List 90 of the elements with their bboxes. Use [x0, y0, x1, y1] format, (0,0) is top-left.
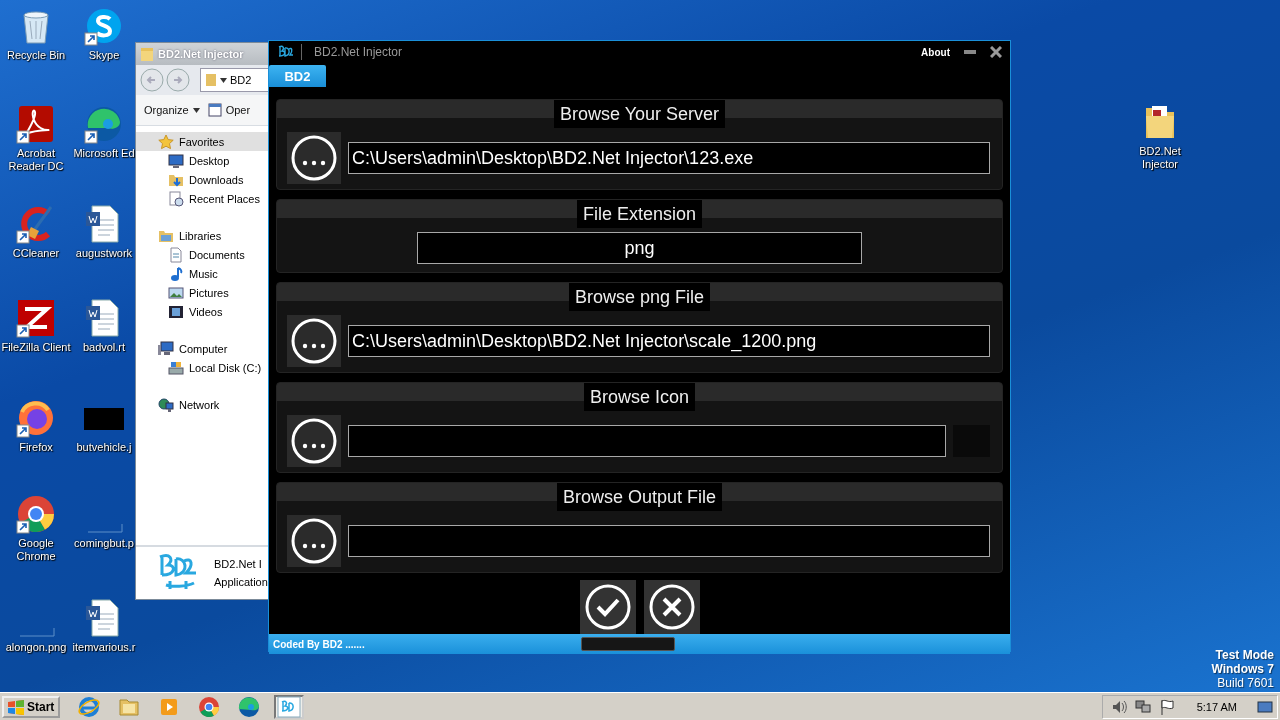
folder-icon [205, 73, 217, 87]
caret-icon [192, 107, 200, 113]
desktop-icon-label[interactable]: butvehicle.j [76, 441, 132, 454]
computer-icon [158, 340, 174, 357]
folder-icon [140, 46, 154, 62]
network-icon [158, 396, 174, 413]
app-icon[interactable] [16, 104, 56, 144]
browser-icon[interactable] [77, 694, 102, 719]
nav-item[interactable]: Documents [136, 245, 268, 264]
monitor-icon [168, 152, 184, 169]
nav-item[interactable]: Pictures [136, 283, 268, 302]
drive-icon [168, 359, 184, 376]
file-type: Application [214, 576, 268, 588]
browse-button[interactable] [287, 515, 341, 567]
desktop-icon-label[interactable]: Recycle Bin [6, 49, 66, 62]
speaker-icon[interactable] [1110, 698, 1127, 715]
section-title: Browse png File [568, 283, 711, 311]
window-title: BD2.Net Injector [158, 48, 244, 60]
system-notice: Windows 7 [1211, 662, 1274, 676]
browse-button[interactable] [287, 132, 341, 184]
nav-item[interactable]: Recent Places [136, 189, 268, 208]
file-name: BD2.Net I [214, 558, 263, 570]
browse-button[interactable] [287, 415, 341, 467]
app-icon[interactable] [16, 398, 56, 438]
app-icon[interactable] [84, 6, 124, 46]
document-icon [168, 190, 184, 207]
show-desktop-button[interactable] [1257, 698, 1273, 715]
picture-icon [168, 284, 184, 301]
start-button[interactable]: Start [2, 695, 61, 718]
organize-menu[interactable]: Organize [144, 104, 200, 116]
path-field[interactable]: C:\Users\admin\Desktop\BD2.Net Injector\123.exe [348, 142, 990, 174]
section-title: Browse Output File [556, 483, 723, 511]
nav-item[interactable]: Desktop [136, 151, 268, 170]
address-field[interactable]: BD2 [200, 68, 268, 92]
desktop-icon-label[interactable]: badvol.rt [82, 341, 126, 354]
path-field[interactable]: C:\Users\admin\Desktop\BD2.Net Injector\scale_1200.png [348, 325, 990, 357]
logo-icon [277, 44, 293, 60]
section-title: Browse Icon [583, 383, 695, 411]
clock: 5:17 AM [1196, 700, 1237, 713]
path-field[interactable] [348, 525, 990, 557]
desktop-icon-label[interactable]: alongon.png [5, 641, 67, 654]
windows-logo-icon [7, 698, 25, 715]
status-text: Coded By BD2 ....... [273, 638, 366, 650]
section-title: File Extension [576, 200, 703, 228]
desktop-icon-label[interactable]: Google Chrome [0, 537, 72, 563]
desktop-icon-label[interactable]: comingbut.p [74, 537, 134, 550]
desktop-icon-label[interactable]: BD2.Net Injector [1124, 145, 1196, 171]
desktop-icon-label[interactable]: Microsoft Ed [73, 147, 135, 160]
close-button[interactable] [990, 46, 1002, 58]
browser-icon[interactable] [237, 694, 262, 719]
star-icon [158, 133, 174, 150]
path-field[interactable] [348, 425, 946, 457]
music-note-icon [168, 265, 184, 282]
nav-item[interactable]: Local Disk (C:) [136, 358, 268, 377]
logo-icon[interactable] [277, 694, 302, 719]
desktop-icon-label[interactable]: augustwork [75, 247, 133, 260]
document-icon [168, 246, 184, 263]
browse-button[interactable] [287, 315, 341, 367]
film-icon [168, 303, 184, 320]
system-notice: Build 7601 [1217, 676, 1274, 690]
nav-item[interactable]: Network [136, 395, 268, 414]
open-button[interactable]: Oper [207, 103, 251, 117]
nav-item[interactable]: Libraries [136, 226, 268, 245]
nav-item[interactable]: Computer [136, 339, 268, 358]
about-link[interactable]: About [921, 46, 950, 58]
window-title: BD2.Net Injector [314, 45, 403, 59]
network-icon[interactable] [1134, 698, 1151, 715]
caret-icon [220, 77, 227, 83]
desktop-icon-label[interactable]: itemvarious.r [72, 641, 136, 654]
app-icon[interactable] [84, 104, 124, 144]
system-notice: Test Mode [1215, 648, 1274, 662]
nav-item[interactable]: Videos [136, 302, 268, 321]
desktop-icon-label[interactable]: Acrobat Reader DC [0, 147, 72, 173]
browser-icon[interactable] [197, 694, 222, 719]
section-title: Browse Your Server [553, 100, 726, 128]
window-icon [207, 103, 222, 117]
nav-item[interactable]: Downloads [136, 170, 268, 189]
flag-icon[interactable] [1158, 698, 1175, 715]
extension-field[interactable]: png [417, 232, 862, 264]
nav-item[interactable]: Favorites [136, 132, 268, 151]
desktop-icon-label[interactable]: Skype [88, 49, 120, 62]
minimize-button[interactable] [964, 47, 976, 57]
app-icon[interactable] [16, 298, 56, 338]
nav-item[interactable]: Music [136, 264, 268, 283]
desktop-icon-label[interactable]: Firefox [19, 441, 53, 454]
confirm-button[interactable] [579, 580, 636, 634]
desktop-icon-label[interactable]: FileZilla Client [1, 341, 71, 354]
app-icon[interactable] [16, 494, 56, 534]
cancel-button[interactable] [643, 580, 700, 634]
desktop-icon-label[interactable]: CCleaner [12, 247, 60, 260]
